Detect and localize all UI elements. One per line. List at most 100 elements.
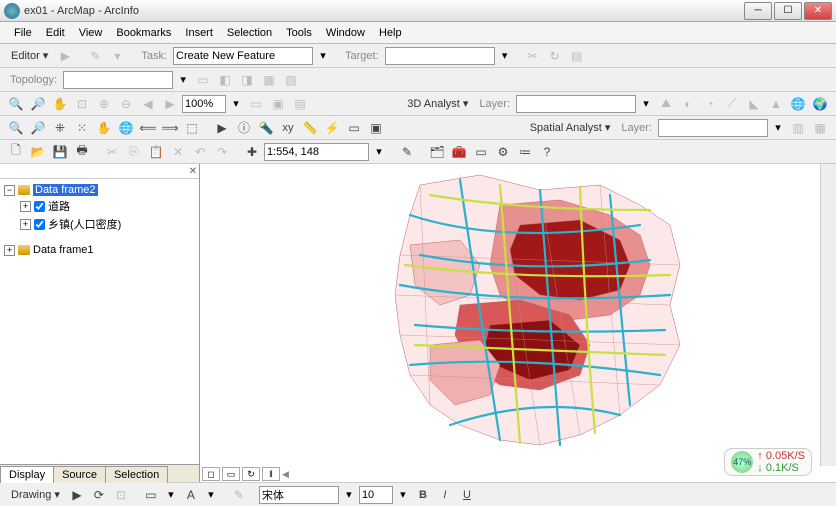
toc-close-icon[interactable]: ✕ — [189, 166, 197, 177]
layer-roads[interactable]: + 道路 — [4, 197, 195, 215]
minimize-button[interactable]: ─ — [744, 2, 772, 20]
layer-checkbox[interactable] — [34, 201, 45, 212]
rotate-element-icon[interactable]: ⟳ — [89, 485, 109, 505]
modelbuilder-icon[interactable]: ⚙ — [493, 142, 513, 162]
data-frame-2[interactable]: − Data frame2 — [4, 183, 195, 197]
task-select[interactable] — [173, 47, 313, 65]
layout-view-button[interactable]: ▭ — [222, 467, 240, 481]
data-frame-1[interactable]: + Data frame1 — [4, 243, 195, 257]
spatial-layer-dropdown-icon[interactable]: ▾ — [770, 121, 786, 134]
expand-icon[interactable]: + — [4, 245, 15, 256]
print-icon[interactable]: 🖶 — [72, 142, 92, 162]
map-canvas[interactable] — [200, 164, 820, 466]
map-scale-input[interactable] — [264, 143, 369, 161]
menu-view[interactable]: View — [73, 25, 109, 41]
map-view-tabs: ◻ ▭ ↻ ‖ ◀ — [202, 466, 289, 482]
layer-towns-density[interactable]: + 乡镇(人口密度) — [4, 215, 195, 233]
target-dropdown-icon[interactable]: ▾ — [497, 49, 513, 62]
html-popup-icon[interactable]: ▭ — [344, 118, 364, 138]
expand-icon[interactable]: − — [4, 185, 15, 196]
layout-zoom-pct[interactable] — [182, 95, 226, 113]
arctoolbox-icon[interactable]: 🧰 — [449, 142, 469, 162]
text-dropdown-icon[interactable]: ▾ — [203, 488, 219, 501]
arccatalog-icon[interactable]: 🗂 — [427, 142, 447, 162]
add-data-icon[interactable]: ✚ — [242, 142, 262, 162]
refresh-button[interactable]: ↻ — [242, 467, 260, 481]
menu-tools[interactable]: Tools — [280, 25, 318, 41]
measure-icon[interactable]: 📏 — [300, 118, 320, 138]
zoom-out-icon[interactable]: 🔎 — [28, 118, 48, 138]
map-view[interactable]: ◻ ▭ ↻ ‖ ◀ 47% ↑ 0.05K/S ↓ 0.1K/S — [200, 164, 836, 482]
identify-icon[interactable]: ⓘ — [234, 118, 254, 138]
fixed-zoomin-icon[interactable]: ⁜ — [50, 118, 70, 138]
expand-icon[interactable]: + — [20, 201, 31, 212]
menu-bookmarks[interactable]: Bookmarks — [110, 25, 177, 41]
arcglobe-icon[interactable]: 🌍 — [810, 94, 830, 114]
toc-tab-display[interactable]: Display — [0, 466, 54, 483]
editor-toolbar-icon[interactable]: ✎ — [397, 142, 417, 162]
sketch-dropdown-icon: ▾ — [107, 46, 127, 66]
pan-icon[interactable]: ✋ — [94, 118, 114, 138]
3d-layer-dropdown-icon[interactable]: ▾ — [638, 97, 654, 110]
python-icon[interactable]: ≔ — [515, 142, 535, 162]
editor-dropdown[interactable]: Editor ▾ — [6, 46, 53, 65]
select-features-icon[interactable]: ⬚ — [182, 118, 202, 138]
topology-select[interactable] — [63, 71, 173, 89]
toc-tab-source[interactable]: Source — [53, 466, 106, 483]
size-dropdown-icon[interactable]: ▾ — [395, 488, 411, 501]
pause-button[interactable]: ‖ — [262, 467, 280, 481]
menu-insert[interactable]: Insert — [179, 25, 219, 41]
fixed-zoomout-icon[interactable]: ⁙ — [72, 118, 92, 138]
layout-toggle-1-icon: ▭ — [246, 94, 266, 114]
hyperlink-icon[interactable]: ⚡ — [322, 118, 342, 138]
arcscene-icon[interactable]: 🌐 — [788, 94, 808, 114]
maximize-button[interactable]: ☐ — [774, 2, 802, 20]
new-icon[interactable]: 🗋 — [6, 142, 26, 162]
italic-button[interactable]: I — [435, 485, 455, 505]
goto-xy-icon[interactable]: xy — [278, 118, 298, 138]
underline-button[interactable]: U — [457, 485, 477, 505]
task-dropdown-icon[interactable]: ▾ — [315, 49, 331, 62]
menu-selection[interactable]: Selection — [221, 25, 278, 41]
3d-tool-4-icon: ⟋ — [722, 94, 742, 114]
rectangle-icon[interactable]: ▭ — [141, 485, 161, 505]
select-elements-icon[interactable]: ▶ — [212, 118, 232, 138]
target-select[interactable] — [385, 47, 495, 65]
bold-button[interactable]: B — [413, 485, 433, 505]
topology-dropdown-icon[interactable]: ▾ — [175, 73, 191, 86]
scale-dropdown-icon[interactable]: ▾ — [371, 145, 387, 158]
font-select[interactable] — [259, 486, 339, 504]
topo-tool-1-icon: ▭ — [193, 70, 213, 90]
expand-icon[interactable]: + — [20, 219, 31, 230]
toc-tab-selection[interactable]: Selection — [105, 466, 168, 483]
open-icon[interactable]: 📂 — [28, 142, 48, 162]
spatial-analyst-dropdown[interactable]: Spatial Analyst ▾ — [525, 118, 616, 137]
forward-extent-icon[interactable]: ⟹ — [160, 118, 180, 138]
viewer-icon[interactable]: ▣ — [366, 118, 386, 138]
full-extent-icon[interactable]: 🌐 — [116, 118, 136, 138]
data-view-button[interactable]: ◻ — [202, 467, 220, 481]
select-element-icon[interactable]: ▶ — [67, 485, 87, 505]
layer-checkbox[interactable] — [34, 219, 45, 230]
vertical-scrollbar[interactable] — [820, 164, 836, 466]
spatial-layer-select[interactable] — [658, 119, 768, 137]
shape-dropdown-icon[interactable]: ▾ — [163, 488, 179, 501]
font-size-select[interactable] — [359, 486, 393, 504]
zoom-in-icon[interactable]: 🔍 — [6, 118, 26, 138]
menu-help[interactable]: Help — [373, 25, 408, 41]
font-dropdown-icon[interactable]: ▾ — [341, 488, 357, 501]
find-icon[interactable]: 🔦 — [256, 118, 276, 138]
menu-window[interactable]: Window — [320, 25, 371, 41]
whats-this-icon[interactable]: ? — [537, 142, 557, 162]
layout-zoom-dropdown-icon[interactable]: ▾ — [228, 97, 244, 110]
drawing-dropdown[interactable]: Drawing ▾ — [6, 485, 65, 504]
menu-edit[interactable]: Edit — [40, 25, 71, 41]
menu-file[interactable]: File — [8, 25, 38, 41]
back-extent-icon[interactable]: ⟸ — [138, 118, 158, 138]
save-icon[interactable]: 💾 — [50, 142, 70, 162]
cmdline-icon[interactable]: ▭ — [471, 142, 491, 162]
3d-analyst-dropdown[interactable]: 3D Analyst ▾ — [402, 94, 473, 113]
close-button[interactable]: ✕ — [804, 2, 832, 20]
text-tool-icon[interactable]: A — [181, 485, 201, 505]
3d-layer-select[interactable] — [516, 95, 636, 113]
